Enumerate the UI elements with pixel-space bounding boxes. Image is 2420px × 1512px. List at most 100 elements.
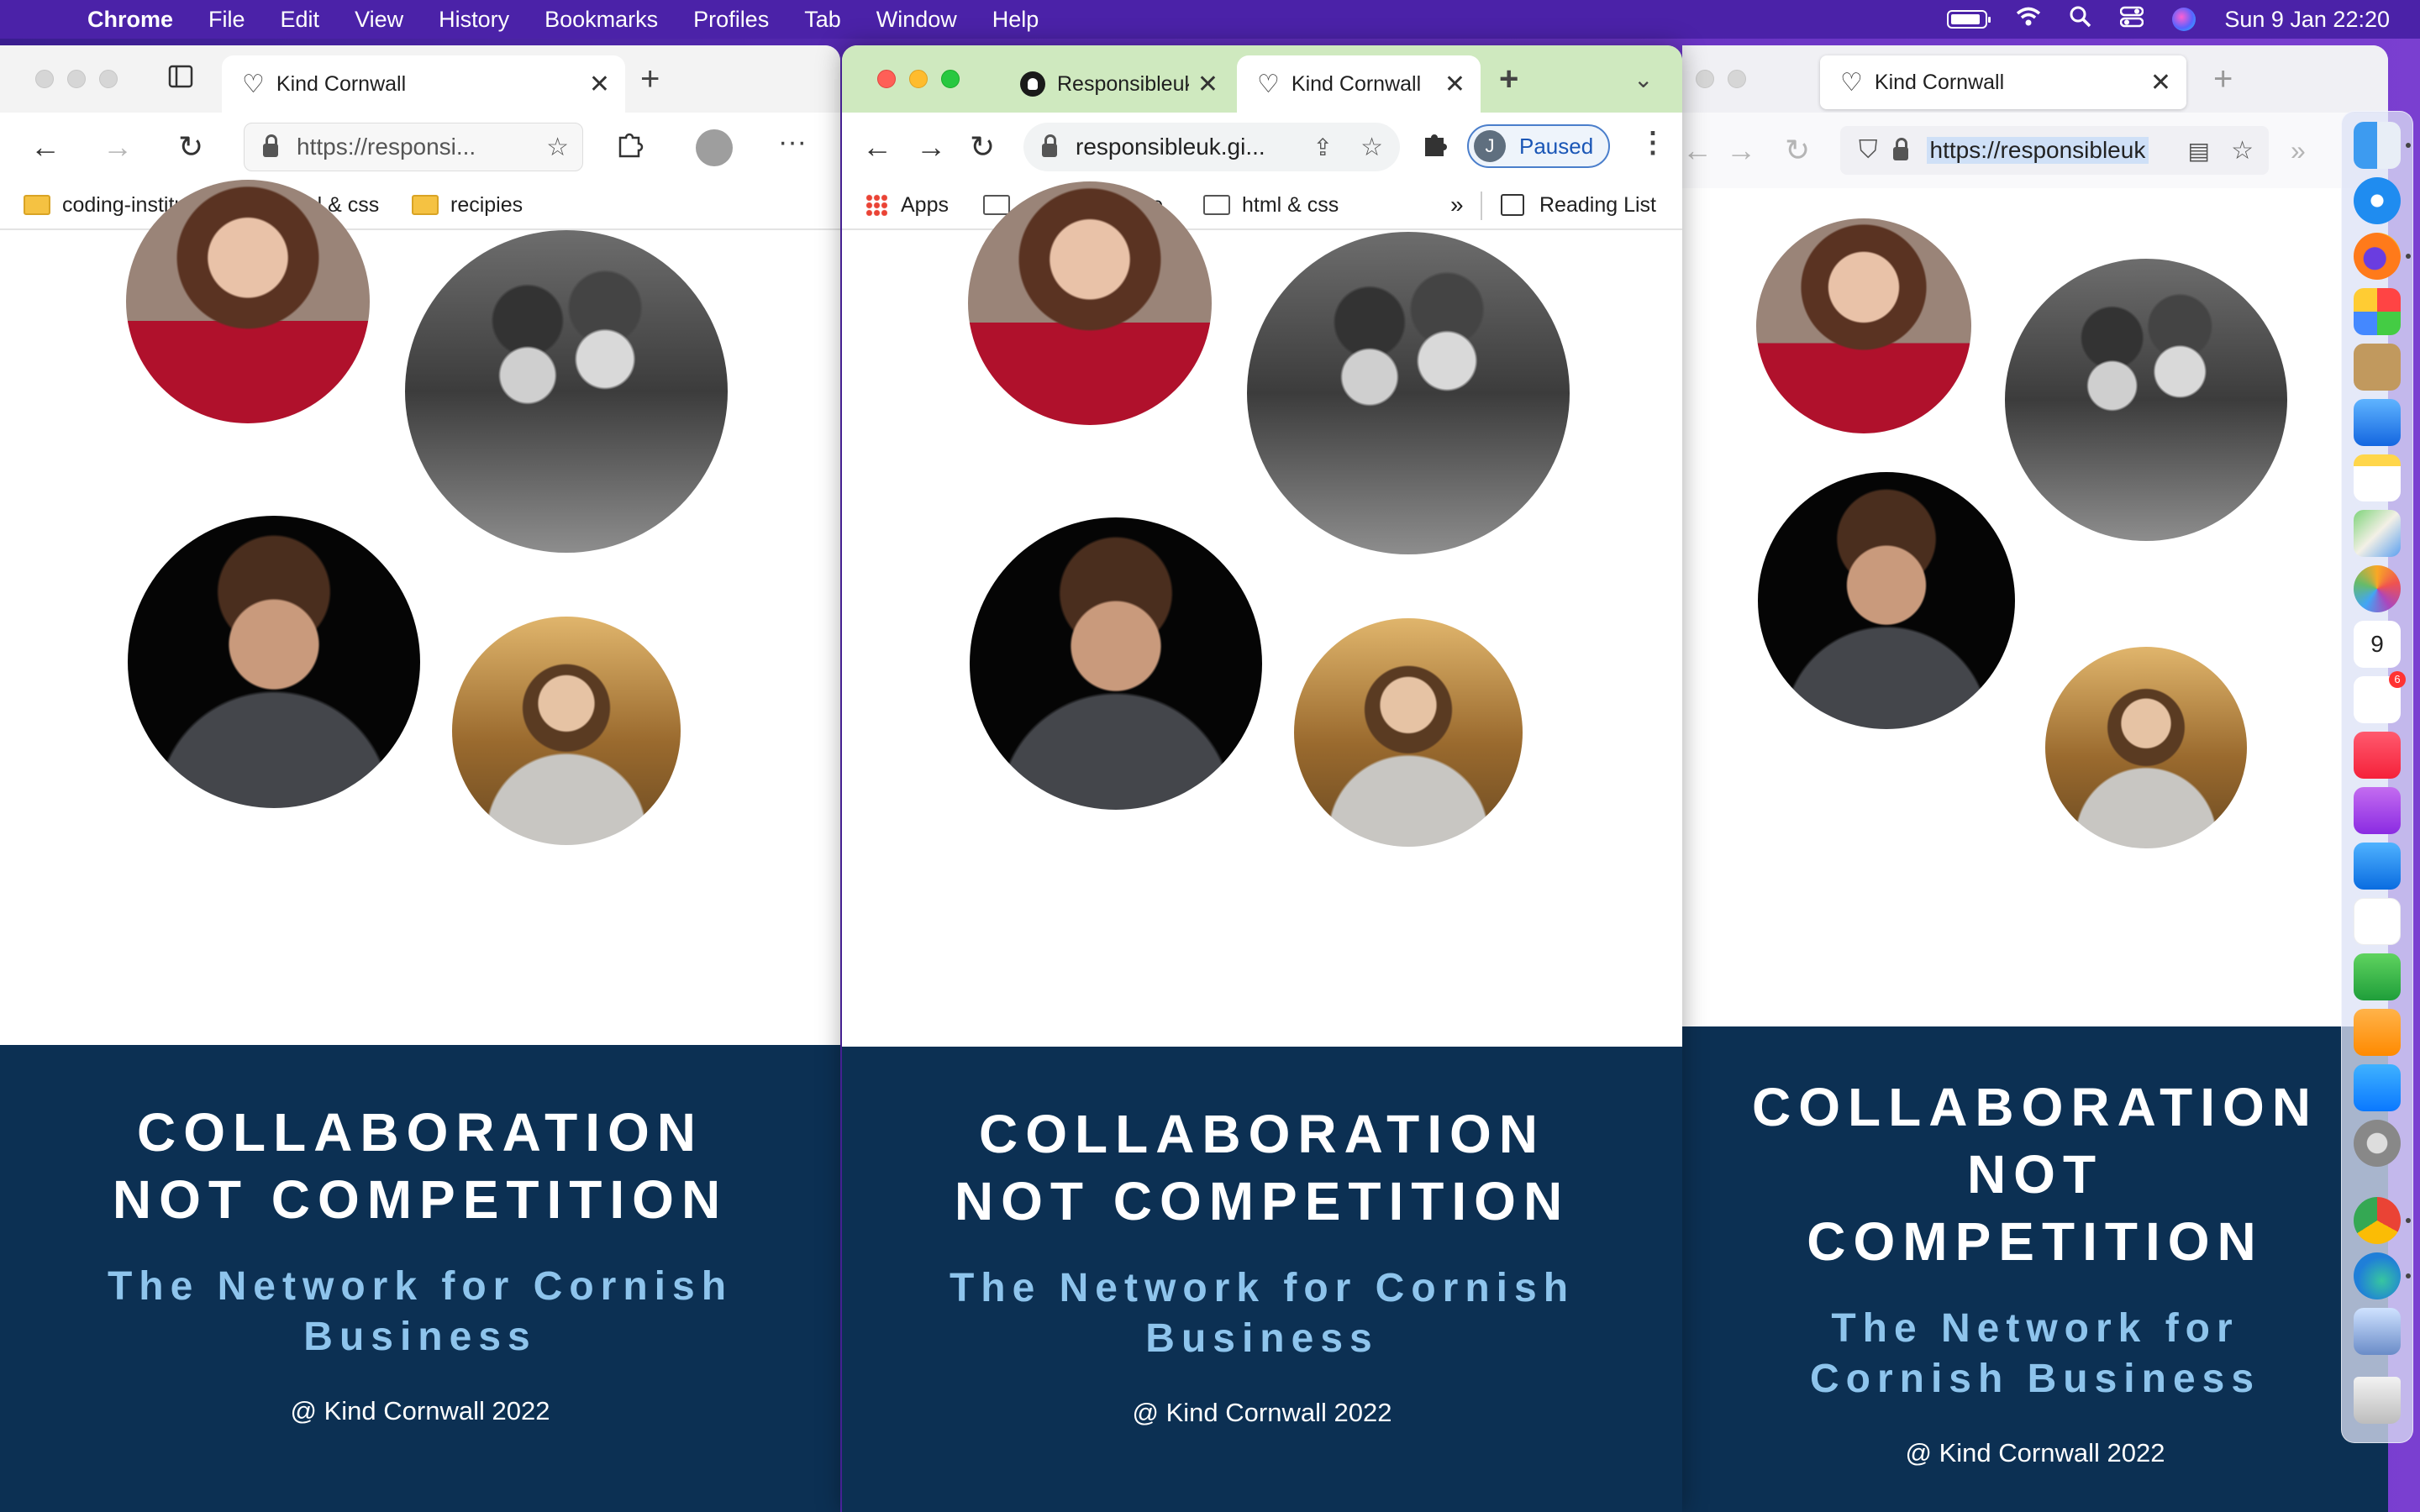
firefox-tab-kind-cornwall[interactable]: ♡ Kind Cornwall ✕ — [1820, 55, 2186, 109]
siri-icon[interactable] — [2172, 8, 2196, 31]
system-preferences-icon[interactable] — [2354, 1120, 2401, 1167]
menu-tab[interactable]: Tab — [804, 7, 841, 33]
menu-bookmarks[interactable]: Bookmarks — [544, 7, 658, 33]
preview-icon[interactable] — [2354, 1308, 2401, 1355]
bookmarks-overflow-chevron-icon[interactable]: » — [1450, 192, 1464, 218]
reading-list-button[interactable]: Reading List — [1501, 193, 1656, 218]
forward-icon[interactable]: → — [1726, 133, 1756, 168]
tab-search-chevron-down-icon[interactable]: ⌄ — [1634, 66, 1653, 93]
trash-icon[interactable] — [2354, 1377, 2401, 1424]
reminders-icon[interactable]: 6 — [2354, 671, 2406, 723]
heart-favicon-icon: ♡ — [242, 70, 265, 98]
edge-bookmarks-bar: coding-institute html & css recipies — [0, 181, 840, 230]
minimize-window-icon[interactable] — [909, 70, 928, 88]
news-icon[interactable] — [2354, 898, 2401, 945]
back-icon[interactable]: ← — [862, 129, 892, 165]
chrome-tab-responsibleuk[interactable]: Responsibleuk ✕ — [1000, 55, 1234, 113]
chrome-tab-kind-cornwall[interactable]: ♡ Kind Cornwall ✕ — [1237, 55, 1481, 113]
photos-icon[interactable] — [2354, 565, 2401, 612]
menu-edit[interactable]: Edit — [281, 7, 320, 33]
menu-history[interactable]: History — [439, 7, 509, 33]
reader-view-icon[interactable]: ▤ — [2188, 137, 2210, 165]
profile-avatar[interactable] — [696, 129, 733, 166]
firefox-icon[interactable] — [2354, 233, 2401, 280]
contacts-icon[interactable] — [2354, 344, 2401, 391]
bookmark-folder-recipies[interactable]: recipies — [412, 193, 523, 218]
spotlight-search-icon[interactable] — [2070, 6, 2091, 34]
zoom-window-icon[interactable] — [941, 70, 960, 88]
tagline-line: Business — [1145, 1316, 1379, 1361]
menu-bar-datetime[interactable]: Sun 9 Jan 22:20 — [2224, 7, 2390, 33]
forward-icon[interactable]: → — [916, 129, 946, 165]
menu-view[interactable]: View — [355, 7, 403, 33]
menu-app-name[interactable]: Chrome — [87, 7, 173, 33]
menu-file[interactable]: File — [208, 7, 245, 33]
close-tab-icon[interactable]: ✕ — [1444, 70, 1465, 99]
firefox-address-bar[interactable]: ⛉ https://responsibleuk ▤ ☆ — [1840, 126, 2269, 175]
back-icon[interactable]: ← — [30, 129, 60, 165]
share-icon[interactable]: ⇪ — [1313, 134, 1333, 161]
new-tab-icon[interactable]: + — [1499, 60, 1518, 98]
notes-icon[interactable] — [2354, 454, 2401, 501]
wifi-icon[interactable] — [2016, 7, 2041, 33]
minimize-window-icon[interactable] — [67, 70, 86, 88]
overflow-chevron-icon[interactable]: » — [2291, 135, 2306, 166]
reload-icon[interactable]: ↻ — [1785, 133, 1810, 168]
zoom-window-icon[interactable] — [99, 70, 118, 88]
bookmark-star-icon[interactable]: ☆ — [2231, 136, 2254, 165]
app-store-icon[interactable] — [2354, 1064, 2401, 1111]
close-tab-icon[interactable]: ✕ — [1197, 70, 1218, 99]
close-window-icon[interactable] — [35, 70, 54, 88]
keynote-icon[interactable] — [2354, 843, 2401, 890]
minimize-window-icon[interactable] — [1728, 70, 1746, 88]
more-options-icon[interactable]: ··· — [778, 126, 807, 159]
edge-address-bar[interactable]: https://responsi... ☆ — [244, 123, 583, 171]
profile-paused-button[interactable]: J Paused — [1467, 124, 1611, 168]
tagline-line: The Network for Cornish — [949, 1266, 1576, 1310]
chrome-menu-icon[interactable]: ⋮ — [1639, 126, 1667, 160]
edge-tab-kind-cornwall[interactable]: ♡ Kind Cornwall ✕ — [222, 55, 625, 113]
photo-woman-field — [2045, 647, 2247, 848]
add-favorite-icon[interactable]: ☆ — [546, 133, 569, 162]
control-center-icon[interactable] — [2120, 6, 2144, 34]
bookmark-star-icon[interactable]: ☆ — [1360, 133, 1383, 162]
edge-icon[interactable] — [2354, 1252, 2401, 1299]
tagline-line: Cornish Business — [1809, 1357, 2261, 1401]
new-tab-icon[interactable]: + — [2213, 60, 2233, 98]
close-tab-icon[interactable]: ✕ — [589, 70, 610, 99]
close-window-icon[interactable] — [877, 70, 896, 88]
back-icon[interactable]: ← — [1682, 133, 1712, 168]
tracking-shield-icon[interactable]: ⛉ — [1859, 136, 1878, 165]
maps-icon[interactable] — [2354, 510, 2401, 557]
music-icon[interactable] — [2354, 732, 2401, 779]
footer-copyright: @ Kind Cornwall 2022 — [290, 1396, 550, 1425]
chrome-icon[interactable] — [2354, 1197, 2401, 1244]
chrome-address-bar[interactable]: responsibleuk.gi... ⇪ ☆ — [1023, 123, 1400, 171]
extensions-icon[interactable] — [615, 129, 644, 165]
menu-profiles[interactable]: Profiles — [693, 7, 769, 33]
menu-window[interactable]: Window — [876, 7, 957, 33]
safari-icon[interactable] — [2354, 177, 2401, 224]
pages-icon[interactable] — [2354, 1009, 2401, 1056]
footer-tagline: The Network for Cornish Business — [1682, 1304, 2388, 1404]
tab-actions-icon[interactable] — [168, 64, 193, 96]
reload-icon[interactable]: ↻ — [970, 129, 995, 165]
launchpad-icon[interactable] — [2354, 288, 2401, 335]
bookmark-folder-html-css[interactable]: html & css — [1203, 193, 1339, 218]
mail-icon[interactable] — [2354, 399, 2401, 446]
close-tab-icon[interactable]: ✕ — [2150, 68, 2171, 97]
reload-icon[interactable]: ↻ — [178, 129, 203, 165]
apps-grid-icon — [865, 194, 887, 216]
bookmark-label: recipies — [450, 192, 523, 217]
forward-icon[interactable]: → — [103, 129, 133, 165]
battery-icon[interactable] — [1947, 10, 1991, 29]
podcasts-icon[interactable] — [2354, 787, 2401, 834]
calendar-icon[interactable]: 9 — [2354, 621, 2401, 668]
new-tab-icon[interactable]: + — [640, 60, 660, 98]
extensions-puzzle-icon[interactable] — [1420, 129, 1449, 165]
bookmark-apps[interactable]: Apps — [865, 193, 949, 218]
menu-help[interactable]: Help — [992, 7, 1039, 33]
numbers-icon[interactable] — [2354, 953, 2401, 1000]
close-window-icon[interactable] — [1696, 70, 1714, 88]
finder-icon[interactable] — [2354, 122, 2401, 169]
